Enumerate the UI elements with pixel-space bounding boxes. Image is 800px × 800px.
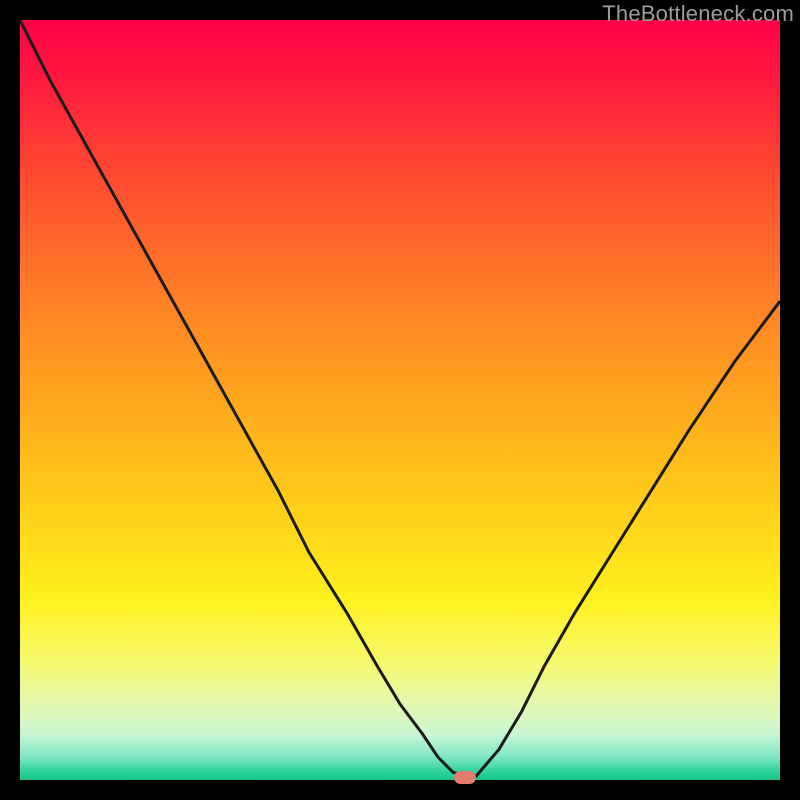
plot-area [20,20,780,780]
curve-path [20,20,780,776]
bottleneck-curve [20,20,780,780]
chart-frame: TheBottleneck.com [0,0,800,800]
watermark-text: TheBottleneck.com [602,1,794,27]
minimum-marker [454,771,476,784]
